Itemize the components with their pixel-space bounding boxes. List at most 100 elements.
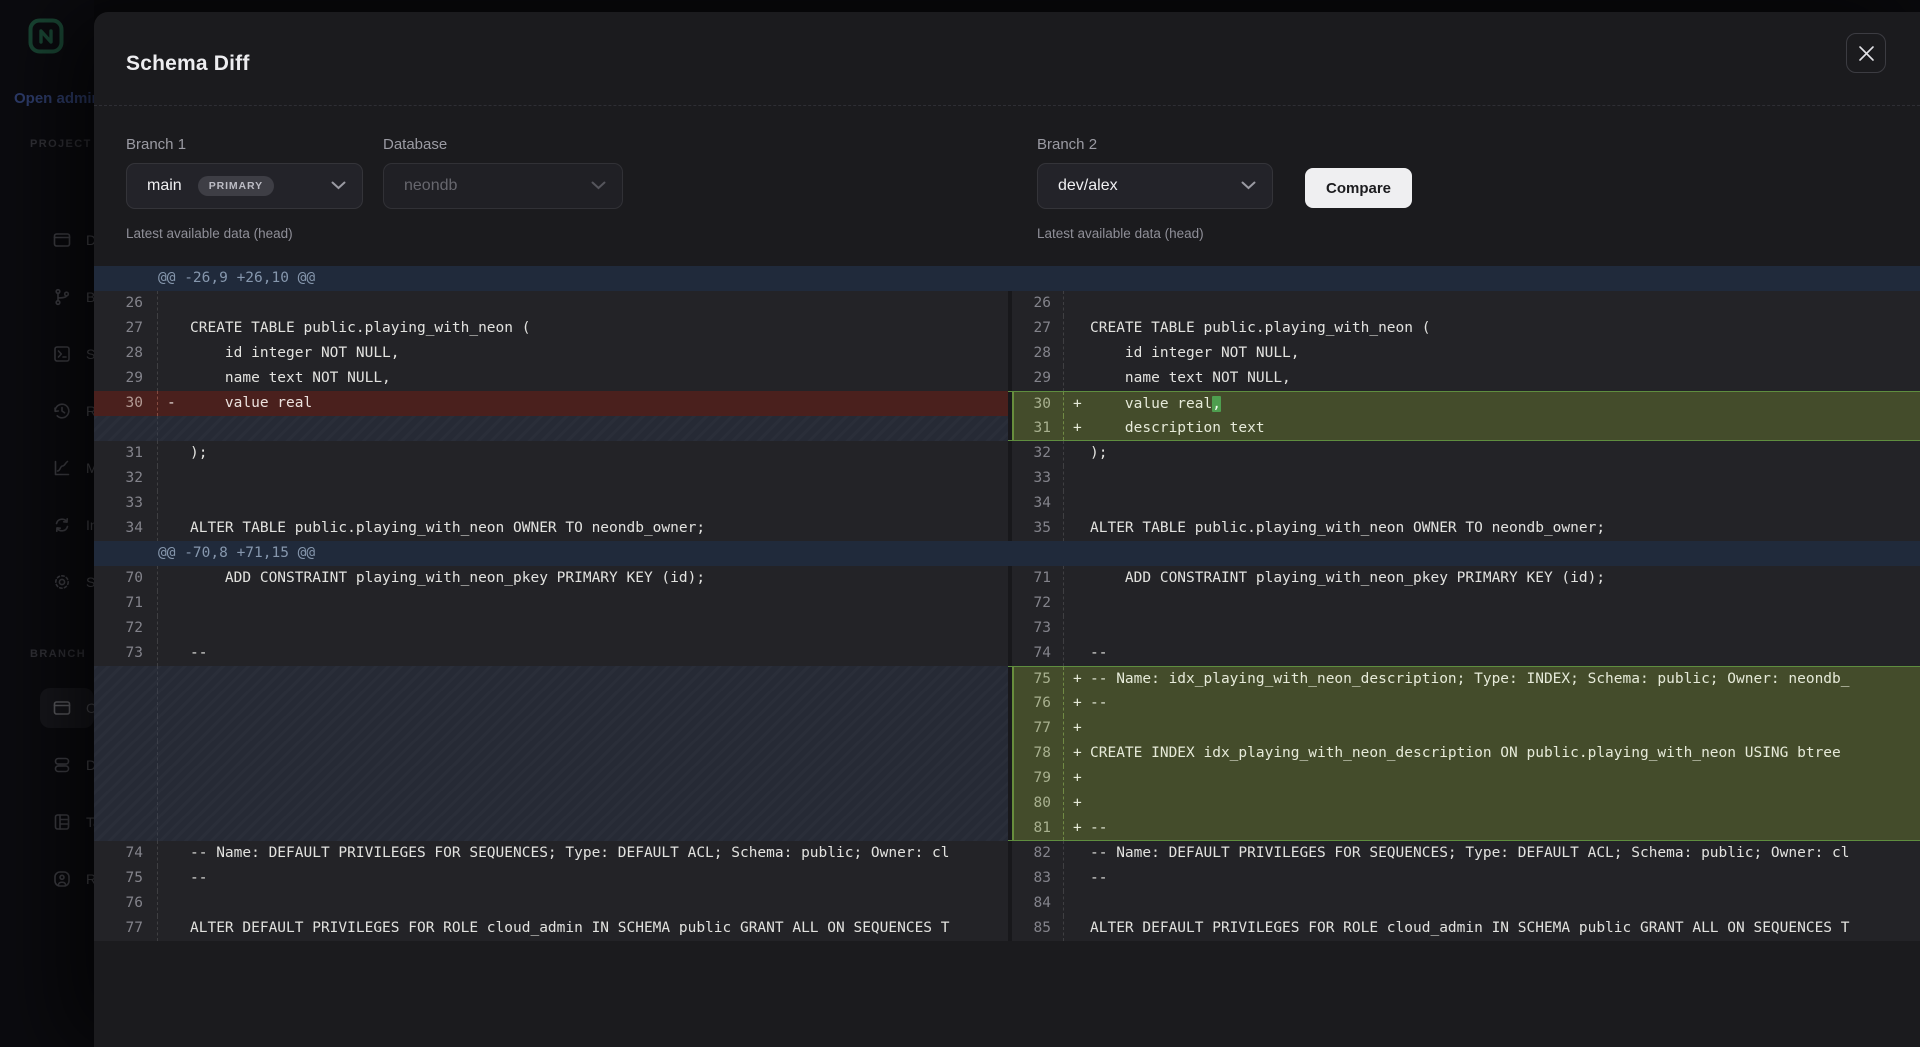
line-number: 78: [1008, 741, 1064, 766]
line-number: 27: [94, 316, 158, 341]
code-line: +: [1064, 766, 1920, 791]
diff-row-ctx-35: 35ALTER TABLE public.playing_with_neon O…: [1008, 516, 1920, 541]
diff-row-ctx-26: 26: [94, 291, 1008, 316]
code-line: ADD CONSTRAINT playing_with_neon_pkey PR…: [1064, 566, 1920, 591]
diff-row-ctx-32: 32);: [1008, 441, 1920, 466]
diff-row-ctx-27: 27CREATE TABLE public.playing_with_neon …: [94, 316, 1008, 341]
diff-row-ctx-72: 72: [1008, 591, 1920, 616]
code-line: [1064, 491, 1920, 516]
code-line: +: [1064, 716, 1920, 741]
branch2-hint: Latest available data (head): [1037, 226, 1204, 241]
code-line: [158, 416, 1008, 441]
code-line: [158, 491, 1008, 516]
diff-row-ctx-83: 83--: [1008, 866, 1920, 891]
diff-row-ctx-74: 74--: [1008, 641, 1920, 666]
database-value: neondb: [404, 177, 457, 195]
code-line: -- Name: DEFAULT PRIVILEGES FOR SEQUENCE…: [1064, 841, 1920, 866]
chevron-down-icon: [1241, 177, 1256, 195]
line-number: 26: [94, 291, 158, 316]
line-number: [94, 416, 158, 441]
line-number: 29: [94, 366, 158, 391]
code-line: ALTER DEFAULT PRIVILEGES FOR ROLE cloud_…: [1064, 916, 1920, 941]
line-number: 82: [1008, 841, 1064, 866]
code-line: [1064, 616, 1920, 641]
line-number: 74: [94, 841, 158, 866]
line-number: 32: [1008, 441, 1064, 466]
line-number: 28: [94, 341, 158, 366]
database-select[interactable]: neondb: [383, 163, 623, 209]
code-line: [158, 816, 1008, 841]
branch1-select[interactable]: main PRIMARY: [126, 163, 363, 209]
code-line: [158, 291, 1008, 316]
diff-row-hunk: @@ -70,8 +71,15 @@: [94, 541, 1008, 566]
diff-row-del-30: 30- value real: [94, 391, 1008, 416]
diff-row-spacer: [94, 666, 1008, 691]
branch1-label: Branch 1: [126, 136, 186, 153]
code-line: [158, 591, 1008, 616]
line-number: 76: [94, 891, 158, 916]
code-line: ALTER TABLE public.playing_with_neon OWN…: [158, 516, 1008, 541]
diff-row-spacer: [94, 791, 1008, 816]
line-number: 34: [1008, 491, 1064, 516]
header-divider: [94, 105, 1920, 106]
line-number: 74: [1008, 641, 1064, 666]
diff-row-ctx-29: 29 name text NOT NULL,: [1008, 366, 1920, 391]
code-line: +CREATE INDEX idx_playing_with_neon_desc…: [1064, 741, 1920, 766]
line-number: [94, 691, 158, 716]
code-line: name text NOT NULL,: [1064, 366, 1920, 391]
line-number: 79: [1008, 766, 1064, 791]
line-number: 30: [94, 391, 158, 416]
diff-row-ctx-70: 70 ADD CONSTRAINT playing_with_neon_pkey…: [94, 566, 1008, 591]
branch1-hint: Latest available data (head): [126, 226, 293, 241]
diff-row-add-76: 76+--: [1008, 691, 1920, 716]
diff-row-ctx-76: 76: [94, 891, 1008, 916]
code-line: CREATE TABLE public.playing_with_neon (: [1064, 316, 1920, 341]
diff-row-ctx-73: 73--: [94, 641, 1008, 666]
diff-row-ctx-34: 34ALTER TABLE public.playing_with_neon O…: [94, 516, 1008, 541]
line-number: [94, 741, 158, 766]
diff-row-ctx-28: 28 id integer NOT NULL,: [94, 341, 1008, 366]
code-line: [158, 791, 1008, 816]
added-marker: +: [1073, 816, 1082, 840]
line-number: 33: [1008, 466, 1064, 491]
line-number: [94, 766, 158, 791]
code-line: id integer NOT NULL,: [158, 341, 1008, 366]
diff-row-ctx-74: 74-- Name: DEFAULT PRIVILEGES FOR SEQUEN…: [94, 841, 1008, 866]
code-line: [158, 766, 1008, 791]
line-number: 81: [1008, 816, 1064, 840]
code-line: [158, 891, 1008, 916]
diff-row-spacer: [94, 816, 1008, 841]
branch2-select[interactable]: dev/alex: [1037, 163, 1273, 209]
database-label: Database: [383, 136, 447, 153]
diff-row-ctx-71: 71: [94, 591, 1008, 616]
code-line: ALTER TABLE public.playing_with_neon OWN…: [1064, 516, 1920, 541]
diff-row-hunk: [1008, 266, 1920, 291]
compare-button[interactable]: Compare: [1305, 168, 1412, 208]
diff-pane-branch1: @@ -26,9 +26,10 @@2627CREATE TABLE publi…: [94, 266, 1008, 941]
code-line: - value real: [158, 391, 1008, 416]
diff-row-hunk: @@ -26,9 +26,10 @@: [94, 266, 1008, 291]
line-number: [94, 816, 158, 841]
diff-row-add-31: 31+ description text: [1008, 416, 1920, 441]
close-icon[interactable]: [1846, 33, 1886, 73]
line-number: 70: [94, 566, 158, 591]
diff-row-add-81: 81+--: [1008, 816, 1920, 841]
code-line: [1064, 891, 1920, 916]
code-line: -- Name: DEFAULT PRIVILEGES FOR SEQUENCE…: [158, 841, 1008, 866]
diff-row-spacer: [94, 716, 1008, 741]
diff-row-ctx-28: 28 id integer NOT NULL,: [1008, 341, 1920, 366]
line-number: 26: [1008, 291, 1064, 316]
line-number: 75: [1008, 667, 1064, 691]
diff-pane-branch2: 2627CREATE TABLE public.playing_with_neo…: [1008, 266, 1920, 941]
line-number: 71: [1008, 566, 1064, 591]
diff-row-add-80: 80+: [1008, 791, 1920, 816]
line-number: 31: [1008, 416, 1064, 440]
code-line: --: [158, 641, 1008, 666]
added-marker: +: [1073, 741, 1082, 766]
diff-row-ctx-26: 26: [1008, 291, 1920, 316]
line-number: 35: [1008, 516, 1064, 541]
line-number: [94, 666, 158, 691]
line-number: 27: [1008, 316, 1064, 341]
line-number: 72: [1008, 591, 1064, 616]
line-number: 76: [1008, 691, 1064, 716]
